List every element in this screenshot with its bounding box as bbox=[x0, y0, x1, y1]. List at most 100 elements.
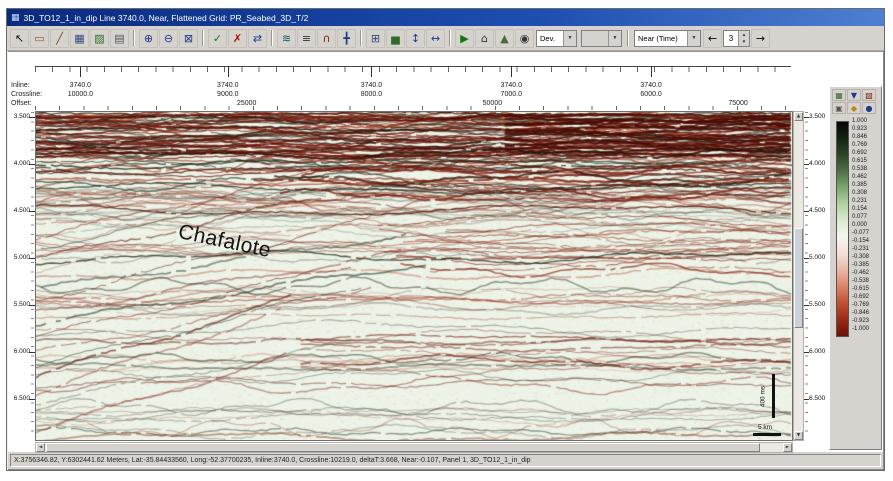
time-label-right: 5.000 bbox=[809, 254, 826, 261]
colorbar-reset-icon[interactable]: ● bbox=[862, 102, 876, 114]
spinner-down-icon[interactable]: ▼ bbox=[739, 38, 749, 45]
time-label-right: 5.500 bbox=[809, 301, 826, 308]
colorbar-value: 0.077 bbox=[852, 214, 868, 220]
inline-value: 3740.0 bbox=[217, 82, 239, 89]
inline-value: 3740.0 bbox=[360, 82, 383, 89]
ruler-icon[interactable]: ╱ bbox=[50, 28, 69, 48]
time-label-right: 4.000 bbox=[809, 160, 826, 167]
colorbar-edit-icon[interactable]: ▧ bbox=[862, 89, 876, 101]
horizontal-scroll-thumb[interactable] bbox=[46, 443, 760, 452]
colorbar-value: -0.077 bbox=[852, 230, 870, 236]
zoom-in-icon[interactable]: ⊕ bbox=[139, 28, 158, 48]
spinner-up-icon[interactable]: ▲ bbox=[739, 31, 749, 38]
play-icon[interactable]: ▶ bbox=[455, 28, 474, 48]
time-tick bbox=[29, 399, 35, 400]
vertical-scroll-thumb[interactable] bbox=[794, 228, 803, 328]
colorbar-value: -0.846 bbox=[852, 310, 870, 316]
dev-dropdown[interactable]: Dev. ▼ bbox=[536, 29, 577, 47]
swap-icon[interactable]: ⇄ bbox=[248, 28, 267, 48]
colorbar-palette-icon[interactable]: ▦ bbox=[832, 89, 846, 101]
ruler-major-tick bbox=[511, 66, 513, 77]
print-icon[interactable]: ▤ bbox=[110, 28, 129, 48]
ruler-major-tick bbox=[651, 66, 653, 77]
delete-cross-icon[interactable]: ✗ bbox=[228, 28, 247, 48]
time-tick bbox=[804, 305, 809, 306]
flatten-icon[interactable]: ≡ bbox=[297, 28, 316, 48]
crosshair-icon[interactable]: ╋ bbox=[337, 28, 356, 48]
window-title: 3D_TO12_1_in_dip Line 3740.0, Near, Flat… bbox=[23, 12, 309, 23]
wiggle-icon[interactable]: ≋ bbox=[277, 28, 296, 48]
chevron-down-icon[interactable]: ▼ bbox=[687, 30, 700, 46]
table-icon[interactable]: ▦ bbox=[70, 28, 89, 48]
colorbar-value: -0.692 bbox=[852, 294, 870, 300]
crossline-value: 6000.0 bbox=[640, 91, 662, 98]
time-tick bbox=[29, 164, 35, 165]
colorbar-save-icon[interactable]: ▼ bbox=[847, 89, 861, 101]
time-label-left: 4.500 bbox=[13, 207, 30, 214]
title-bar[interactable]: ▦ 3D_TO12_1_in_dip Line 3740.0, Near, Fl… bbox=[7, 9, 884, 26]
scroll-down-icon[interactable]: ▼ bbox=[794, 431, 803, 440]
terrain-icon[interactable]: ▲ bbox=[495, 28, 514, 48]
domain-dropdown[interactable]: Near (Time) ▼ bbox=[634, 29, 701, 47]
eraser-icon[interactable]: ▭ bbox=[30, 28, 49, 48]
toolbar-separator bbox=[271, 30, 273, 46]
colorbar-panel: ▦ ▼ ▧ ▣ ◆ ● 1.000 0.923 0.846 0.769 0.692 0.615 0.5… bbox=[829, 86, 882, 450]
chevron-down-icon[interactable]: ▼ bbox=[563, 30, 576, 46]
colorbar-value: -0.538 bbox=[852, 278, 870, 284]
zoom-out-icon[interactable]: ⊖ bbox=[159, 28, 178, 48]
time-tick bbox=[804, 399, 809, 400]
app-window: ▦ 3D_TO12_1_in_dip Line 3740.0, Near, Fl… bbox=[6, 8, 885, 471]
pointer-icon[interactable]: ↖ bbox=[10, 28, 29, 48]
colorbar-lock-icon[interactable]: ▣ bbox=[832, 102, 846, 114]
forward-arrow-icon[interactable]: → bbox=[751, 28, 770, 48]
horizontal-scrollbar[interactable]: ◄ ► bbox=[35, 442, 793, 453]
horizontal-scale-bar bbox=[753, 433, 781, 436]
colorbar-gradient[interactable] bbox=[836, 121, 849, 337]
vertical-scale-icon[interactable]: ↕ bbox=[406, 28, 425, 48]
time-label-left: 3.500 bbox=[13, 113, 30, 120]
colorbar-up-icon[interactable]: ◆ bbox=[847, 102, 861, 114]
time-label-left: 4.000 bbox=[13, 160, 30, 167]
seismic-section[interactable] bbox=[36, 112, 792, 440]
snapshot-icon[interactable]: ◉ bbox=[515, 28, 534, 48]
seismic-plot[interactable]: Chafalote 400 ms 5 km bbox=[35, 111, 793, 441]
time-label-right: 6.500 bbox=[809, 395, 826, 402]
toolbar-separator bbox=[627, 30, 629, 46]
colorbar-value: 0.923 bbox=[852, 126, 868, 132]
home-icon[interactable]: ⌂ bbox=[475, 28, 494, 48]
colorbar-value: 0.462 bbox=[852, 174, 868, 180]
horizontal-scale-icon[interactable]: ↔ bbox=[426, 28, 445, 48]
secondary-dropdown: ▼ bbox=[581, 29, 622, 47]
inline-value: 3740.0 bbox=[69, 82, 92, 89]
time-tick bbox=[804, 352, 809, 353]
scroll-up-icon[interactable]: ▲ bbox=[794, 112, 803, 121]
colorbar-value: 0.000 bbox=[852, 222, 868, 228]
histogram-icon[interactable]: ▅ bbox=[386, 28, 405, 48]
right-time-ticks bbox=[805, 112, 808, 440]
back-arrow-icon[interactable]: ← bbox=[703, 28, 722, 48]
colorbar-value: 0.154 bbox=[852, 206, 868, 212]
scroll-left-icon[interactable]: ◄ bbox=[36, 443, 45, 452]
colorbar-value: 0.615 bbox=[852, 158, 868, 164]
chevron-down-icon: ▼ bbox=[608, 30, 621, 46]
time-label-left: 6.500 bbox=[13, 395, 30, 402]
colorbar-value: -0.769 bbox=[852, 302, 870, 308]
apply-check-icon[interactable]: ✓ bbox=[208, 28, 227, 48]
vertical-scale-label: 400 ms bbox=[759, 385, 767, 408]
toolbar-icons: ↖ ▭ ╱ ▦ ▨ ▤ ⊕ ⊖ ⊠ ✓ ✗ ⇄ ≋ ≡ ∩ ╋ ⊞ ▅ ↕ ↔ ▶ ⌂ ▲ ◉ bbox=[10, 28, 534, 48]
crossline-value: 9000.0 bbox=[217, 91, 239, 98]
colorbar-tools: ▦ ▼ ▧ ▣ ◆ ● bbox=[830, 87, 881, 116]
scroll-right-icon[interactable]: ► bbox=[783, 443, 792, 452]
time-tick bbox=[804, 258, 809, 259]
time-label-right: 6.000 bbox=[809, 348, 826, 355]
zoom-box-icon[interactable]: ⊠ bbox=[179, 28, 198, 48]
time-tick bbox=[29, 117, 35, 118]
ruler-major-tick bbox=[371, 66, 373, 77]
vertical-scrollbar[interactable]: ▲ ▼ bbox=[793, 111, 804, 441]
spinner-arrows-icon[interactable]: ▲ ▼ bbox=[738, 30, 749, 46]
colorbar-value: -0.385 bbox=[852, 262, 870, 268]
horizon-icon[interactable]: ∩ bbox=[317, 28, 336, 48]
grid-icon[interactable]: ⊞ bbox=[366, 28, 385, 48]
step-spinner[interactable]: 3 ▲ ▼ bbox=[723, 29, 750, 47]
paint-icon[interactable]: ▨ bbox=[90, 28, 109, 48]
